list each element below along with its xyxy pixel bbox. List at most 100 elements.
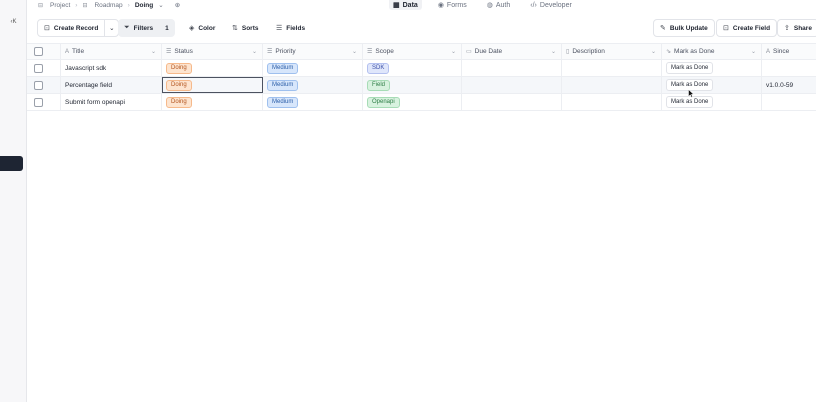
table-icon: ⊟ — [82, 2, 88, 9]
table-row[interactable]: Percentage field Doing Medium Field Mark… — [27, 77, 816, 94]
color-button[interactable]: ◈ Color — [183, 19, 221, 37]
fields-button[interactable]: ☰ Fields — [270, 19, 311, 37]
description-cell[interactable] — [562, 77, 662, 93]
status-cell-selected[interactable]: Doing — [162, 77, 263, 93]
scope-badge: SDK — [367, 62, 390, 74]
chevron-down-icon[interactable]: ⌄ — [451, 48, 456, 55]
pencil-icon: ✎ — [660, 25, 666, 32]
chevron-down-icon[interactable]: ⌄ — [252, 48, 257, 55]
create-field-button[interactable]: ⊡ Create Field — [716, 19, 778, 37]
sorts-button[interactable]: ⇅ Sorts — [226, 19, 265, 37]
collapse-shortcut[interactable]: ‹ K — [0, 16, 27, 28]
status-cell[interactable]: Doing — [162, 94, 263, 110]
share-button[interactable]: ⇪ Share — [777, 19, 816, 37]
create-field-label: Create Field — [732, 24, 771, 32]
create-field-icon: ⊡ — [723, 25, 729, 32]
scope-cell[interactable]: Field — [363, 77, 462, 93]
select-type-icon: ☰ — [267, 49, 273, 55]
column-header-description[interactable]: ▯ Description ⌄ — [562, 44, 662, 59]
column-header-priority[interactable]: ☰ Priority ⌄ — [263, 44, 363, 59]
tab-auth[interactable]: ◍ Auth — [483, 0, 515, 10]
table-header: A Title ⌄ ☰ Status ⌄ ☰ Priority ⌄ ☰ Scop… — [27, 43, 816, 60]
mark-as-done-cell: Mark as Done — [662, 60, 762, 76]
status-badge: Doing — [166, 96, 192, 108]
scope-cell[interactable]: SDK — [363, 60, 462, 76]
tab-data[interactable]: ▦ Data — [389, 0, 422, 10]
share-label: Share — [793, 24, 812, 32]
column-label: Scope — [375, 48, 394, 55]
tab-label: Auth — [495, 1, 511, 9]
add-view-icon[interactable]: ⊕ — [175, 1, 180, 9]
bulk-update-button[interactable]: ✎ Bulk Update — [653, 19, 715, 37]
column-header-mark-as-done[interactable]: ⇘ Mark as Done ⌄ — [662, 44, 762, 59]
project-icon: ⊟ — [38, 2, 44, 9]
due-date-cell[interactable] — [462, 94, 562, 110]
row-select-cell — [27, 60, 61, 76]
top-tabs: ▦ Data ◉ Forms ◍ Auth ‹/› Developer — [389, 0, 576, 10]
status-cell[interactable]: Doing — [162, 60, 263, 76]
due-date-cell[interactable] — [462, 77, 562, 93]
scope-cell[interactable]: Openapi — [363, 94, 462, 110]
sorts-label: Sorts — [241, 24, 259, 32]
column-header-scope[interactable]: ☰ Scope ⌄ — [363, 44, 462, 59]
select-all-cell — [27, 44, 61, 59]
chevron-down-icon[interactable]: ⌄ — [751, 48, 756, 55]
table-row[interactable]: Submit form openapi Doing Medium Openapi… — [27, 94, 816, 111]
eye-icon: ◉ — [437, 2, 444, 9]
priority-cell[interactable]: Medium — [263, 60, 363, 76]
shortcut-key: K — [12, 19, 17, 25]
document-icon: ▯ — [566, 49, 570, 55]
column-label: Title — [72, 48, 85, 55]
share-icon: ⇪ — [784, 25, 790, 32]
sidebar-active-item[interactable] — [0, 156, 23, 171]
title-text: Submit form openapi — [65, 98, 125, 106]
select-all-checkbox[interactable] — [34, 47, 43, 56]
chevron-down-icon[interactable]: ⌄ — [651, 48, 656, 55]
chevron-down-icon[interactable]: ⌄ — [551, 48, 556, 55]
breadcrumb-separator: › — [127, 1, 130, 9]
button-type-icon: ⇘ — [666, 49, 672, 55]
column-label: Description — [572, 48, 605, 55]
since-cell[interactable] — [762, 94, 816, 110]
priority-cell[interactable]: Medium — [263, 94, 363, 110]
fields-icon: ☰ — [276, 25, 283, 32]
column-label: Status — [174, 48, 193, 55]
row-checkbox[interactable] — [34, 63, 43, 73]
mark-as-done-cell: Mark as Done — [662, 94, 762, 110]
tab-label: Forms — [446, 1, 467, 9]
status-badge: Doing — [166, 62, 192, 74]
create-record-button[interactable]: ⊡ Create Record ⌄ — [37, 19, 120, 37]
title-text: Percentage field — [65, 81, 112, 89]
tab-developer[interactable]: ‹/› Developer — [526, 0, 576, 10]
table-row[interactable]: Javascript sdk Doing Medium SDK Mark as … — [27, 60, 816, 77]
since-cell[interactable]: v1.0.0-59 — [762, 77, 816, 93]
since-cell[interactable] — [762, 60, 816, 76]
breadcrumb-roadmap[interactable]: Roadmap — [94, 2, 122, 9]
description-cell[interactable] — [562, 94, 662, 110]
chevron-down-icon[interactable]: ⌄ — [104, 20, 118, 36]
column-label: Priority — [275, 48, 296, 55]
column-header-since[interactable]: A Since — [762, 44, 816, 59]
mark-as-done-button[interactable]: Mark as Done — [666, 62, 714, 74]
chevron-down-icon[interactable]: ⌄ — [151, 48, 156, 55]
column-header-status[interactable]: ☰ Status ⌄ — [162, 44, 263, 59]
row-checkbox[interactable] — [34, 97, 43, 107]
filters-button[interactable]: ⏷ Filters 1 — [118, 19, 175, 37]
status-badge: Doing — [166, 79, 192, 91]
description-cell[interactable] — [562, 60, 662, 76]
column-header-due-date[interactable]: ▭ Due Date ⌄ — [462, 44, 562, 59]
column-header-title[interactable]: A Title ⌄ — [61, 44, 162, 59]
title-cell[interactable]: Submit form openapi — [61, 94, 162, 110]
title-cell[interactable]: Percentage field — [61, 77, 162, 93]
breadcrumb-view[interactable]: Doing — [135, 2, 153, 9]
chevron-down-icon[interactable]: ⌄ — [352, 48, 357, 55]
tab-forms[interactable]: ◉ Forms — [434, 0, 471, 10]
priority-cell[interactable]: Medium — [263, 77, 363, 93]
title-cell[interactable]: Javascript sdk — [61, 60, 162, 76]
due-date-cell[interactable] — [462, 60, 562, 76]
breadcrumb-project[interactable]: Project — [50, 2, 70, 9]
fields-label: Fields — [286, 24, 306, 32]
chevron-down-icon[interactable]: ⌄ — [158, 1, 163, 9]
row-checkbox[interactable] — [34, 80, 43, 90]
mark-as-done-cell: Mark as Done — [662, 77, 762, 93]
